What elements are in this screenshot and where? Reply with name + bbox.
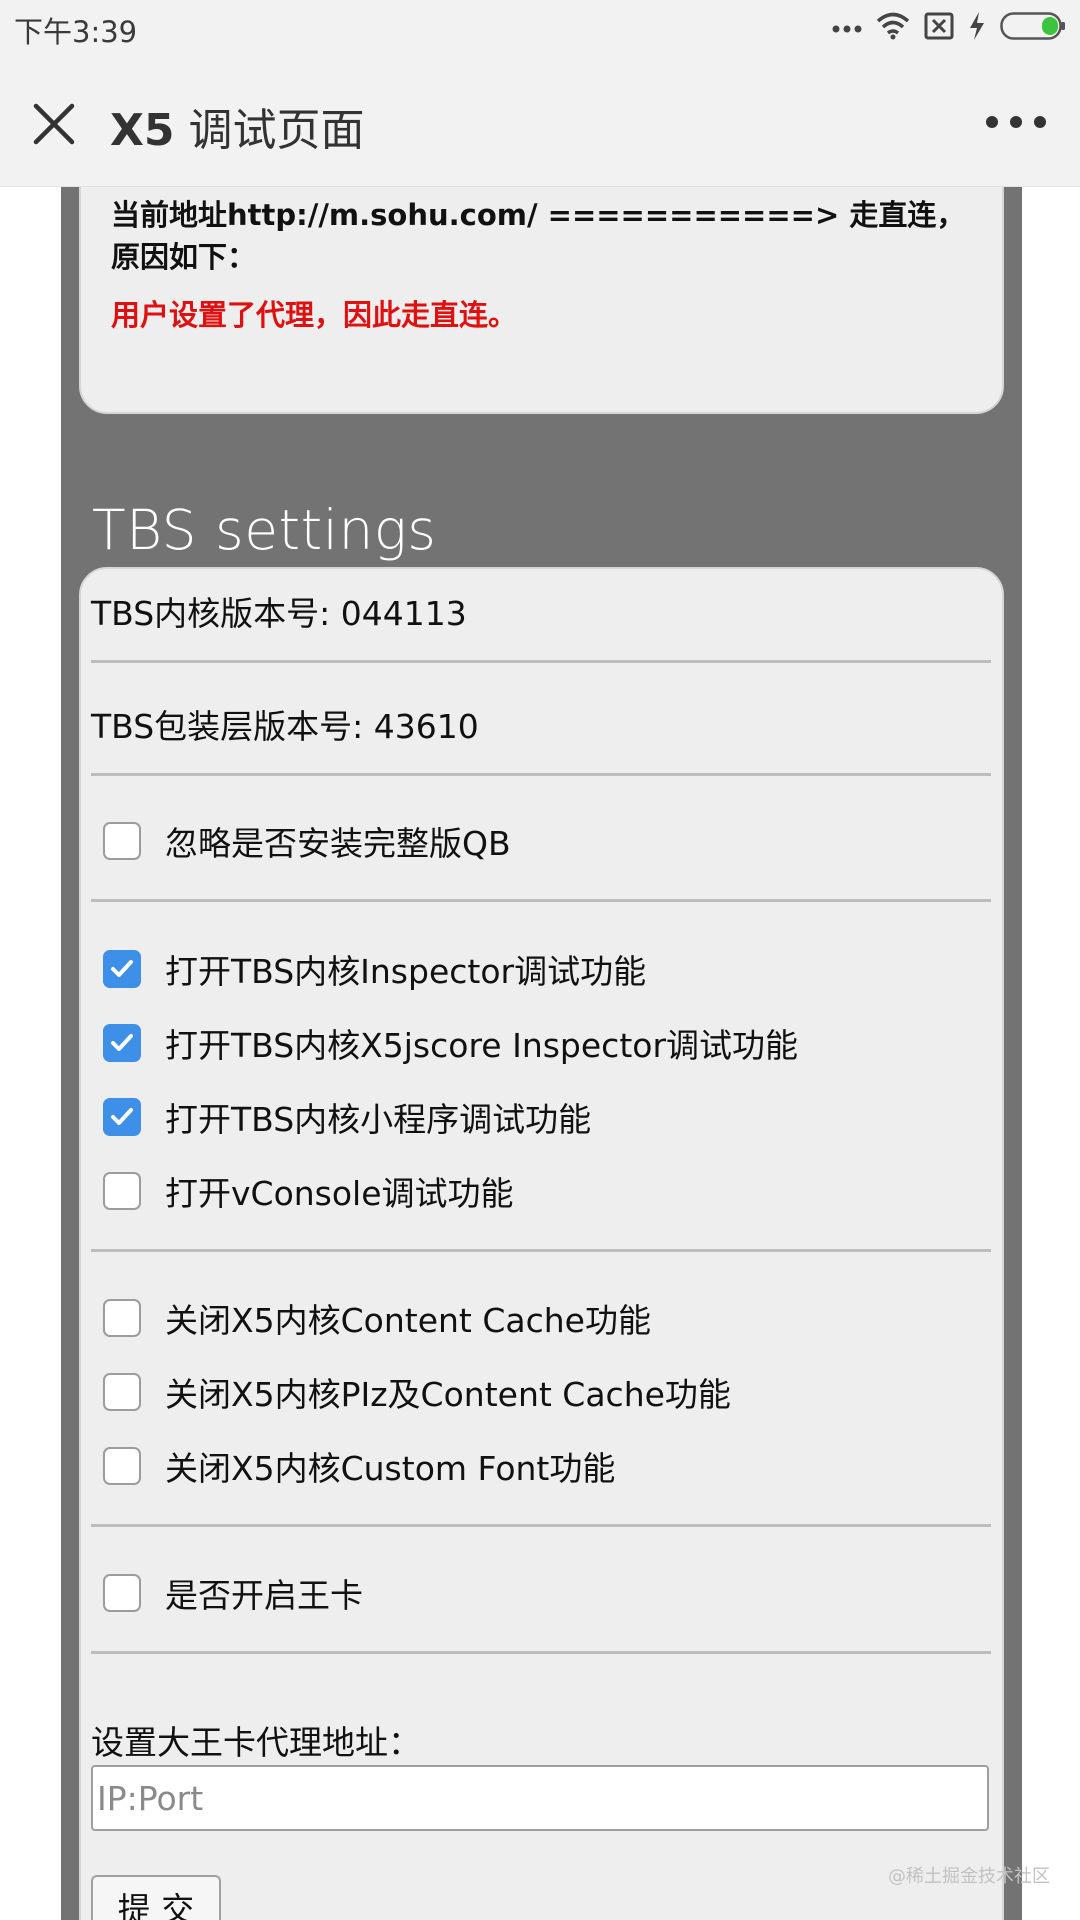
section-title: TBS settings — [92, 498, 437, 562]
checkbox[interactable] — [103, 1098, 141, 1136]
title-bar: X5 调试页面 — [0, 56, 1080, 187]
more-dots-icon — [832, 19, 862, 38]
status-bar: 下午3:39 — [0, 0, 1080, 56]
more-icon-dot — [1034, 116, 1046, 128]
option-ignore-qb[interactable]: 忽略是否安装完整版QB — [103, 817, 511, 865]
option-vconsole[interactable]: 打开vConsole调试功能 — [103, 1167, 514, 1215]
proxy-info-panel: 当前地址http://m.sohu.com/ ===========> 走直连，… — [79, 187, 1004, 414]
checkbox[interactable] — [103, 1373, 141, 1411]
proxy-address-input[interactable] — [91, 1765, 989, 1831]
option-label: 关闭X5内核PIz及Content Cache功能 — [165, 1375, 731, 1414]
checkmark-icon — [111, 960, 133, 977]
status-time: 下午3:39 — [14, 15, 138, 49]
proxy-reason-text: 用户设置了代理，因此走直连。 — [111, 298, 518, 332]
option-wangka[interactable]: 是否开启王卡 — [103, 1569, 363, 1617]
option-miniprogram-debug[interactable]: 打开TBS内核小程序调试功能 — [103, 1093, 591, 1141]
proxy-status-text: 当前地址http://m.sohu.com/ ===========> 走直连，… — [111, 198, 966, 274]
watermark: @稀土掘金技术社区 — [888, 1866, 1050, 1887]
option-label: 关闭X5内核Custom Font功能 — [165, 1449, 616, 1488]
checkbox[interactable] — [103, 1024, 141, 1062]
more-icon — [986, 116, 998, 128]
more-icon-dot — [1010, 116, 1022, 128]
option-label: 打开vConsole调试功能 — [165, 1174, 514, 1213]
checkmark-icon — [111, 1034, 133, 1051]
divider — [91, 1651, 991, 1654]
close-icon — [33, 103, 75, 145]
option-x5jscore-inspector[interactable]: 打开TBS内核X5jscore Inspector调试功能 — [103, 1019, 798, 1067]
option-inspector[interactable]: 打开TBS内核Inspector调试功能 — [103, 945, 646, 993]
checkbox[interactable] — [103, 1447, 141, 1485]
option-custom-font[interactable]: 关闭X5内核Custom Font功能 — [103, 1442, 615, 1490]
battery-icon — [1000, 12, 1066, 44]
checkbox[interactable] — [103, 950, 141, 988]
page-title: X5 调试页面 — [110, 94, 365, 158]
option-label: 打开TBS内核Inspector调试功能 — [165, 952, 647, 991]
checkbox[interactable] — [103, 1574, 141, 1612]
more-button[interactable] — [986, 114, 1046, 130]
core-version-text: TBS内核版本号: 044113 — [91, 594, 467, 633]
status-icons — [832, 10, 1066, 46]
checkbox[interactable] — [103, 1299, 141, 1337]
divider — [91, 1524, 991, 1527]
checkbox[interactable] — [103, 822, 141, 860]
option-label: 打开TBS内核X5jscore Inspector调试功能 — [165, 1026, 799, 1065]
page-title-suffix: 调试页面 — [174, 105, 365, 156]
tbs-settings-panel: TBS内核版本号: 044113 TBS包装层版本号: 43610 忽略是否安装… — [79, 567, 1004, 1920]
close-button[interactable] — [26, 96, 82, 152]
option-label: 打开TBS内核小程序调试功能 — [165, 1100, 592, 1139]
divider — [91, 1249, 991, 1252]
option-content-cache[interactable]: 关闭X5内核Content Cache功能 — [103, 1294, 651, 1342]
page-title-prefix: X5 — [110, 105, 175, 156]
submit-button[interactable]: 提 交 — [91, 1875, 221, 1920]
option-label: 忽略是否安装完整版QB — [165, 824, 511, 863]
sim-x-icon — [924, 12, 954, 44]
checkbox[interactable] — [103, 1172, 141, 1210]
proxy-address-label: 设置大王卡代理地址： — [91, 1723, 421, 1762]
divider — [91, 899, 991, 902]
option-piz-content-cache[interactable]: 关闭X5内核PIz及Content Cache功能 — [103, 1368, 731, 1416]
wrapper-version-text: TBS包装层版本号: 43610 — [91, 707, 479, 746]
divider — [91, 773, 991, 776]
charging-bolt-icon — [968, 11, 986, 45]
checkmark-icon — [111, 1108, 133, 1125]
divider — [91, 660, 991, 663]
option-label: 是否开启王卡 — [165, 1576, 363, 1615]
wifi-icon — [876, 12, 910, 44]
web-content[interactable]: 当前地址http://m.sohu.com/ ===========> 走直连，… — [0, 187, 1080, 1920]
option-label: 关闭X5内核Content Cache功能 — [165, 1301, 651, 1340]
